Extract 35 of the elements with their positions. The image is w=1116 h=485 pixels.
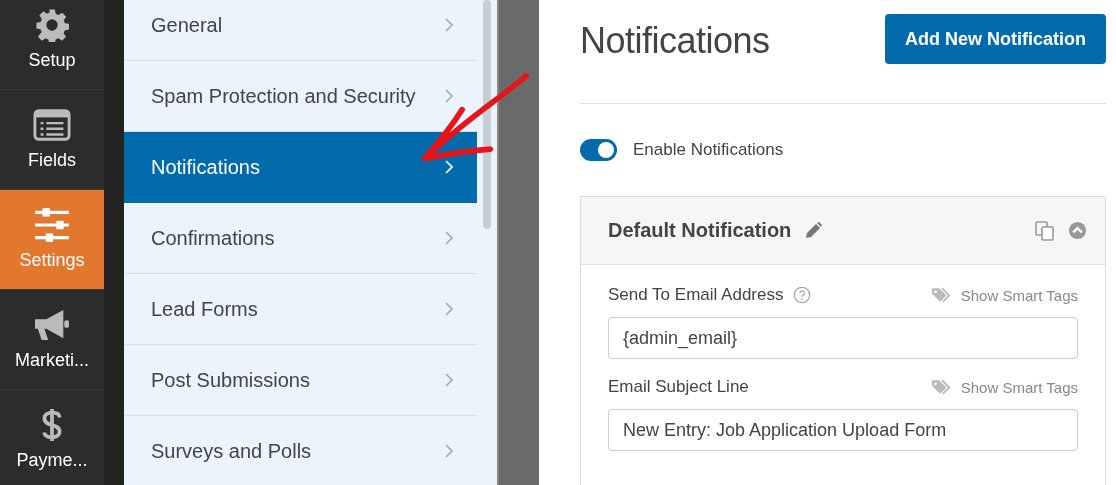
settings-menu-item[interactable]: Post Submissions: [124, 345, 477, 416]
duplicate-icon[interactable]: [1034, 219, 1056, 242]
chevron-icon: [445, 444, 453, 458]
chevron-icon: [445, 302, 453, 316]
settings-menu-item[interactable]: Confirmations: [124, 203, 477, 274]
add-notification-button[interactable]: Add New Notification: [885, 14, 1106, 64]
field-label: Send To Email Address: [608, 285, 784, 305]
sliders-icon: [33, 208, 71, 242]
chevron-icon: [445, 18, 453, 32]
notification-title: Default Notification: [608, 219, 792, 242]
field-label: Email Subject Line: [608, 377, 749, 397]
input-field[interactable]: {admin_email}: [608, 317, 1078, 359]
settings-menu-item[interactable]: Notifications: [124, 132, 477, 203]
collapse-icon[interactable]: [1068, 221, 1087, 240]
chevron-icon: [445, 231, 453, 245]
settings-menu-item[interactable]: General: [124, 0, 477, 61]
gear-icon: [33, 8, 71, 42]
chevron-icon: [445, 373, 453, 387]
input-field[interactable]: New Entry: Job Application Upload Form: [608, 409, 1078, 451]
toggle-label: Enable Notifications: [633, 140, 784, 160]
settings-menu-item[interactable]: Surveys and Polls: [124, 416, 477, 485]
tag-icon: [930, 286, 951, 304]
pencil-icon[interactable]: [803, 220, 824, 241]
smart-tags-link[interactable]: Show Smart Tags: [960, 378, 1078, 396]
chevron-icon: [445, 160, 453, 174]
settings-menu-item[interactable]: Lead Forms: [124, 274, 477, 345]
scrollbar[interactable]: [483, 0, 491, 229]
page-title: Notifications: [580, 20, 770, 62]
help-icon[interactable]: [793, 286, 812, 304]
smart-tags-link[interactable]: Show Smart Tags: [960, 286, 1078, 304]
megaphone-icon: [33, 308, 71, 342]
list-icon: [33, 108, 71, 142]
toggle-switch[interactable]: [580, 139, 617, 161]
tag-icon: [930, 378, 951, 396]
chevron-icon: [445, 89, 453, 103]
